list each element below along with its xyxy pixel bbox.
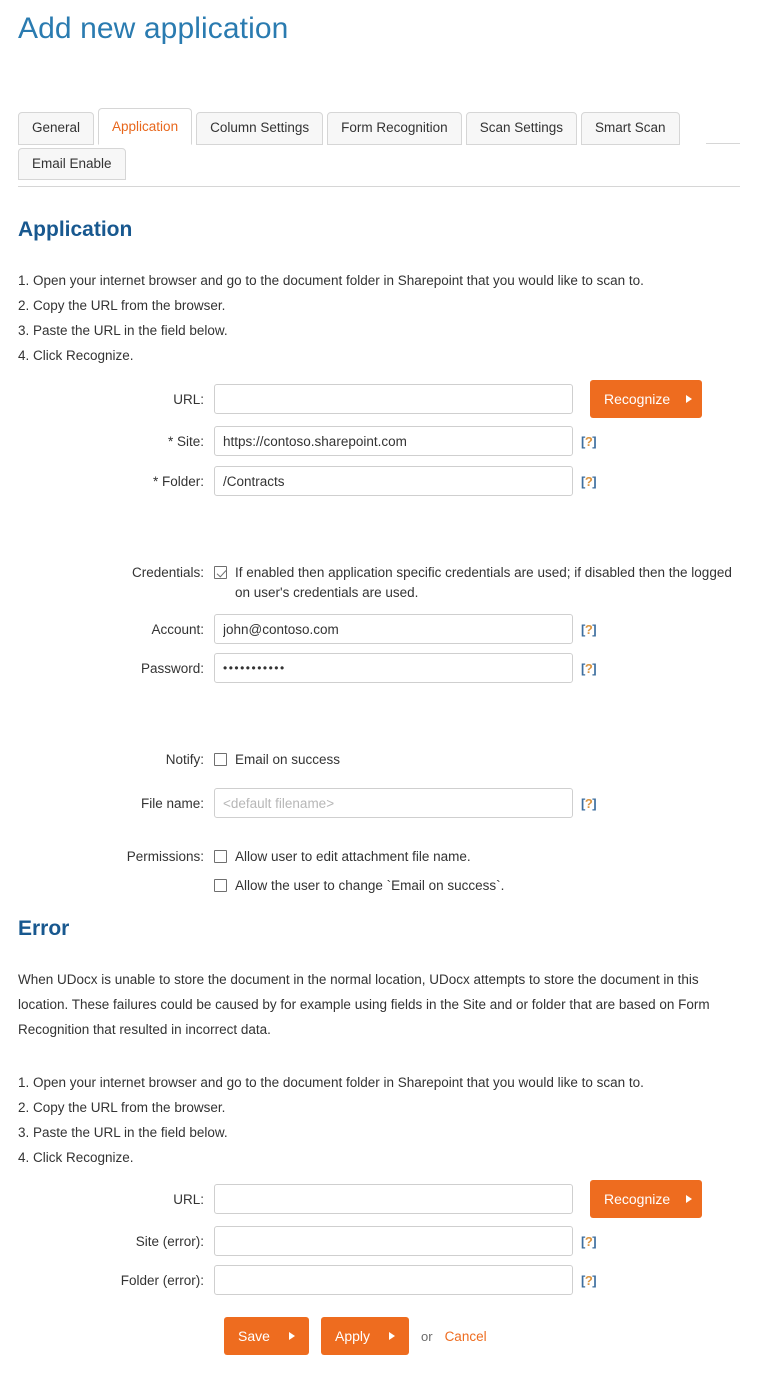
tab-general[interactable]: General — [18, 112, 95, 145]
notify-email-text: Email on success — [235, 752, 341, 767]
permission-edit-filename-checkbox[interactable] — [214, 850, 227, 863]
chevron-right-icon — [686, 1195, 693, 1203]
application-url-input[interactable] — [214, 384, 573, 414]
application-steps-list: 1. Open your internet browser and go to … — [18, 268, 748, 368]
permissions-body-1: Allow user to edit attachment file name. — [214, 847, 471, 867]
list-item: 2. Copy the URL from the browser. — [18, 298, 226, 313]
credentials-body: If enabled then application specific cre… — [214, 563, 734, 603]
chevron-right-icon — [289, 1332, 295, 1340]
list-item: 4. Click Recognize. — [18, 1150, 134, 1165]
help-icon[interactable]: [?] — [581, 796, 597, 811]
tab-form-recognition[interactable]: Form Recognition — [327, 112, 462, 145]
application-url-label: URL: — [173, 391, 204, 407]
list-item: 4. Click Recognize. — [18, 348, 134, 363]
password-label: Password: — [140, 660, 204, 676]
application-folder-row: * Folder: [?] — [0, 466, 765, 496]
application-site-label: * Site: — [167, 433, 204, 449]
tab-bar: General Application Column Settings Form… — [18, 108, 740, 181]
account-label: Account: — [151, 621, 204, 637]
help-icon[interactable]: [?] — [581, 1273, 597, 1288]
error-url-input[interactable] — [214, 1184, 573, 1214]
credentials-description: If enabled then application specific cre… — [235, 565, 732, 600]
tab-row-secondary: Email Enable — [18, 147, 740, 181]
permissions-label: Permissions: — [126, 849, 204, 864]
tab-application[interactable]: Application — [98, 108, 193, 145]
password-input[interactable] — [214, 653, 573, 683]
permission-change-email-checkbox[interactable] — [214, 879, 227, 892]
credentials-row: Credentials: If enabled then application… — [0, 563, 765, 603]
error-section-heading: Error — [18, 917, 70, 940]
filename-label: File name: — [140, 795, 204, 811]
tab-row-primary: General Application Column Settings Form… — [18, 108, 740, 145]
error-recognize-button[interactable]: Recognize — [590, 1180, 702, 1218]
list-item: 3. Paste the URL in the field below. — [18, 323, 228, 338]
tab-bar-divider — [18, 186, 740, 187]
tab-scan-settings[interactable]: Scan Settings — [465, 112, 577, 145]
error-folder-label: Folder (error): — [120, 1272, 204, 1288]
error-site-row: Site (error): [?] — [0, 1226, 765, 1256]
application-folder-label: * Folder: — [152, 473, 204, 489]
footer-actions: Save Apply or Cancel — [224, 1317, 487, 1355]
permissions-row-2: Allow the user to change `Email on succe… — [0, 876, 765, 896]
error-steps-list: 1. Open your internet browser and go to … — [18, 1070, 748, 1170]
notify-row: Notify: Email on success — [0, 750, 765, 770]
tab-email-enable[interactable]: Email Enable — [18, 147, 126, 181]
cancel-link[interactable]: Cancel — [445, 1329, 487, 1344]
list-item: 3. Paste the URL in the field below. — [18, 1125, 228, 1140]
permissions-row-1: Permissions: Allow user to edit attachme… — [0, 847, 765, 867]
help-icon[interactable]: [?] — [581, 661, 597, 676]
credentials-checkbox[interactable] — [214, 566, 227, 579]
application-section-heading: Application — [18, 218, 133, 241]
notify-email-checkbox[interactable] — [214, 753, 227, 766]
application-site-input[interactable] — [214, 426, 573, 456]
permissions-body-2: Allow the user to change `Email on succe… — [214, 876, 504, 896]
error-site-label: Site (error): — [135, 1233, 204, 1249]
apply-button[interactable]: Apply — [321, 1317, 409, 1355]
help-icon[interactable]: [?] — [581, 434, 597, 449]
error-site-input[interactable] — [214, 1226, 573, 1256]
error-section-paragraph: When UDocx is unable to store the docume… — [18, 972, 710, 1037]
error-url-label: URL: — [173, 1191, 204, 1207]
notify-body: Email on success — [214, 750, 340, 770]
error-recognize-label: Recognize — [604, 1191, 671, 1207]
account-row: Account: [?] — [0, 614, 765, 644]
password-row: Password: [?] — [0, 653, 765, 683]
credentials-label: Credentials: — [131, 565, 204, 580]
application-recognize-button[interactable]: Recognize — [590, 380, 702, 418]
application-recognize-label: Recognize — [604, 391, 671, 407]
filename-input[interactable] — [214, 788, 573, 818]
list-item: 2. Copy the URL from the browser. — [18, 1100, 226, 1115]
permission-edit-filename-text: Allow user to edit attachment file name. — [235, 849, 471, 864]
save-button-label: Save — [238, 1328, 270, 1344]
error-folder-row: Folder (error): [?] — [0, 1265, 765, 1295]
list-item: 1. Open your internet browser and go to … — [18, 273, 644, 288]
chevron-right-icon — [686, 395, 693, 403]
apply-button-label: Apply — [335, 1328, 371, 1344]
help-icon[interactable]: [?] — [581, 474, 597, 489]
tab-smart-scan[interactable]: Smart Scan — [581, 112, 680, 145]
save-button[interactable]: Save — [224, 1317, 309, 1355]
error-folder-input[interactable] — [214, 1265, 573, 1295]
notify-label: Notify: — [165, 752, 204, 767]
chevron-right-icon — [389, 1332, 395, 1340]
application-site-row: * Site: [?] — [0, 426, 765, 456]
tab-bar-divider-upper — [706, 143, 740, 144]
list-item: 1. Open your internet browser and go to … — [18, 1075, 644, 1090]
or-separator: or — [421, 1328, 433, 1344]
help-icon[interactable]: [?] — [581, 622, 597, 637]
account-input[interactable] — [214, 614, 573, 644]
permission-change-email-text: Allow the user to change `Email on succe… — [235, 878, 505, 893]
tab-column-settings[interactable]: Column Settings — [196, 112, 324, 145]
application-folder-input[interactable] — [214, 466, 573, 496]
filename-row: File name: [?] — [0, 788, 765, 818]
page-title: Add new application — [18, 12, 289, 45]
help-icon[interactable]: [?] — [581, 1234, 597, 1249]
